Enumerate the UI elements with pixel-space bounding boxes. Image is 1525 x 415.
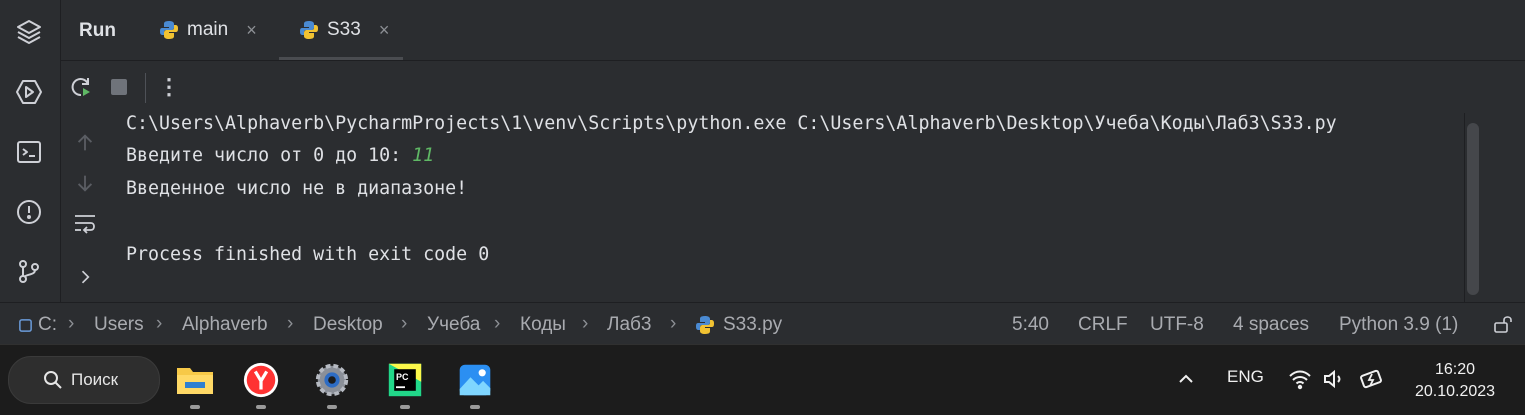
run-toolbar: ⋮ [61,61,1525,113]
terminal-icon[interactable] [12,135,46,169]
right-gutter [1485,113,1525,302]
console-scrollbar[interactable] [1465,113,1485,302]
stop-icon[interactable] [107,75,131,99]
more-options-icon[interactable]: ⋮ [157,74,181,99]
run-services-icon[interactable] [12,75,46,109]
prompt-text: Введите число от 0 до 10: [126,145,413,166]
running-indicator [256,405,266,409]
breadcrumb-label: Desktop [313,314,383,335]
breadcrumb-label: Коды [520,314,566,335]
line-separator[interactable]: CRLF [1078,314,1128,336]
breadcrumb-file[interactable]: S33.py [695,314,782,336]
indent-setting[interactable]: 4 spaces [1233,314,1309,336]
show-hidden-icons-chevron-icon[interactable] [1176,369,1196,394]
breadcrumb-label: S33.py [723,314,783,335]
problems-icon[interactable] [12,195,46,229]
breadcrumb-alphaverb[interactable]: Alphaverb [182,314,268,336]
soft-wrap-icon[interactable] [73,211,97,235]
git-branch-icon[interactable] [12,254,46,288]
console-command-line: C:\Users\Alphaverb\PycharmProjects\1\ven… [126,113,1337,134]
chevron-right-icon: › [494,313,501,334]
search-label: Поиск [71,370,119,389]
breadcrumb-label: C: [38,314,57,335]
folder-icon [19,318,32,332]
python-interpreter[interactable]: Python 3.9 (1) [1339,314,1458,336]
caret-position[interactable]: 5:40 [1012,314,1049,336]
system-clock[interactable]: 16:20 20.10.2023 [1400,359,1510,403]
tab-main[interactable]: main × [159,0,257,60]
run-tool-window-header: Run main × S33 × [61,0,1525,61]
python-file-icon [160,21,178,39]
scroll-up-icon[interactable] [73,131,97,155]
yandex-browser-icon[interactable] [241,360,281,400]
console-output[interactable]: C:\Users\Alphaverb\PycharmProjects\1\ven… [110,113,1464,302]
python-file-icon [300,21,318,39]
svg-text:PC: PC [396,372,409,382]
chevron-right-icon: › [287,313,294,334]
breadcrumb-drive[interactable]: C: [18,314,57,336]
ide-window: Run main × S33 × ⋮ C:\Users\Alphaverb\Py… [0,0,1525,345]
console-exit-line: Process finished with exit code 0 [126,244,490,265]
rerun-icon[interactable] [69,75,93,99]
breadcrumb-label: Users [94,314,144,335]
breadcrumb-lab3[interactable]: Лаб3 [607,314,652,336]
tab-label: main [187,19,229,40]
running-indicator [327,405,337,409]
breadcrumb-kody[interactable]: Коды [520,314,566,336]
status-bar: C: › Users › Alphaverb › Desktop › Учеба… [0,302,1525,345]
pycharm-icon[interactable]: PC [385,360,425,400]
battery-charging-icon[interactable] [1360,367,1386,396]
chevron-right-icon: › [68,313,75,334]
scroll-down-icon[interactable] [73,171,97,195]
layers-icon[interactable] [12,14,46,48]
lock-icon[interactable] [1493,314,1513,340]
volume-icon[interactable] [1322,367,1346,396]
clock-time: 16:20 [1434,361,1476,378]
close-icon[interactable]: × [379,20,390,41]
breadcrumb-label: Лаб3 [607,314,652,335]
windows-taskbar: Поиск PC ENG 16:20 20.10.2023 [0,344,1525,415]
settings-gear-icon[interactable] [312,360,352,400]
breadcrumb-label: Alphaverb [182,314,268,335]
search-icon [44,371,62,389]
wifi-icon[interactable] [1288,367,1312,396]
console-side-toolbar [61,113,110,302]
chevron-right-icon: › [582,313,589,334]
taskbar-search-button[interactable]: Поиск [8,356,160,404]
expand-chevron-icon[interactable] [73,265,97,289]
running-indicator [400,405,410,409]
chevron-right-icon: › [670,313,677,334]
user-input-value: 11 [412,145,435,166]
running-indicator [190,405,200,409]
python-file-icon [696,316,714,334]
tab-label: S33 [327,19,361,40]
tool-window-strip [0,0,61,302]
breadcrumb-users[interactable]: Users [94,314,144,336]
scrollbar-thumb[interactable] [1467,123,1479,295]
toolbar-divider [145,73,146,103]
tool-window-title: Run [79,20,116,41]
clock-date: 20.10.2023 [1414,383,1496,400]
console-prompt-line: Введите число от 0 до 10: 11 [126,145,434,166]
console-result-line: Введенное число не в диапазоне! [126,178,468,199]
close-icon[interactable]: × [246,20,257,41]
photos-app-icon[interactable] [455,360,495,400]
breadcrumb-label: Учеба [427,314,481,335]
breadcrumb-ucheba[interactable]: Учеба [427,314,480,336]
running-indicator [470,405,480,409]
input-language[interactable]: ENG [1227,367,1264,387]
chevron-right-icon: › [156,313,163,334]
file-explorer-icon[interactable] [175,360,215,400]
breadcrumb-desktop[interactable]: Desktop [313,314,383,336]
chevron-right-icon: › [401,313,408,334]
tab-s33[interactable]: S33 × [278,0,404,60]
file-encoding[interactable]: UTF-8 [1150,314,1204,336]
